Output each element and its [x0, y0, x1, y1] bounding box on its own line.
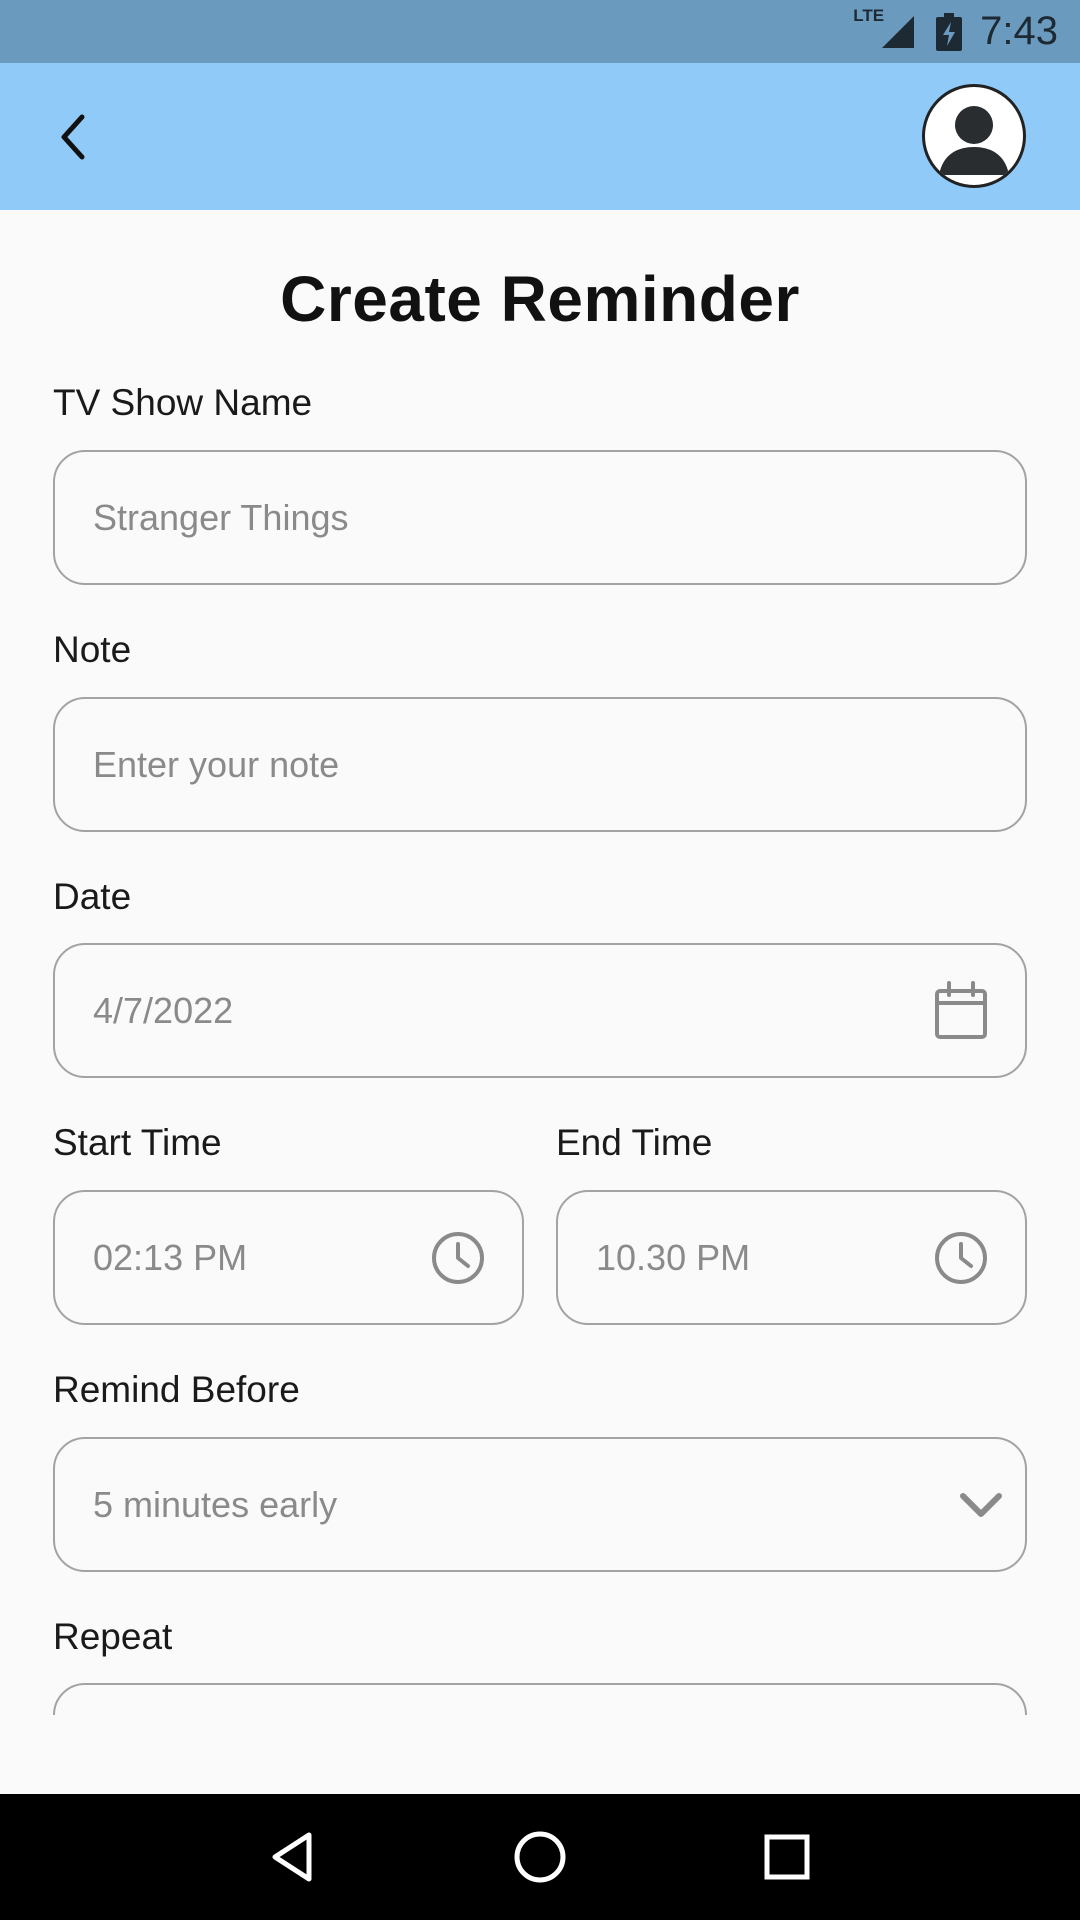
remind-before-select[interactable]: 5 minutes early	[53, 1437, 1027, 1572]
calendar-icon[interactable]	[933, 980, 989, 1041]
battery-charging-icon	[936, 12, 963, 51]
signal-icon	[882, 15, 915, 48]
chevron-down-icon[interactable]	[957, 1490, 1005, 1520]
signal-indicator: LTE	[853, 6, 916, 50]
nav-recents-button[interactable]	[747, 1817, 827, 1897]
end-time-label: End Time	[556, 1122, 713, 1163]
chevron-left-icon	[61, 114, 85, 160]
back-button[interactable]	[40, 103, 108, 171]
profile-avatar-button[interactable]	[922, 84, 1026, 188]
repeat-label: Repeat	[53, 1616, 173, 1657]
nav-home-button[interactable]	[500, 1817, 580, 1897]
start-time-field[interactable]: 02:13 PM	[53, 1190, 524, 1325]
show-name-field[interactable]	[53, 450, 1027, 585]
clock-icon[interactable]	[430, 1230, 486, 1286]
page-title: Create Reminder	[280, 263, 800, 335]
nav-back-button[interactable]	[253, 1817, 333, 1897]
end-time-field[interactable]: 10.30 PM	[556, 1190, 1027, 1325]
note-label: Note	[53, 629, 132, 670]
repeat-field-clipped	[53, 1683, 1027, 1715]
person-icon	[939, 106, 1009, 175]
show-name-label: TV Show Name	[53, 382, 313, 423]
status-bar: LTE 7:43	[0, 0, 1080, 63]
note-input[interactable]	[93, 743, 869, 786]
square-recents-icon	[764, 1834, 810, 1880]
date-label: Date	[53, 876, 132, 917]
repeat-select[interactable]	[53, 1683, 1027, 1715]
note-field[interactable]	[53, 697, 1027, 832]
date-value: 4/7/2022	[93, 989, 234, 1031]
triangle-back-icon	[272, 1832, 312, 1882]
start-time-value: 02:13 PM	[93, 1236, 248, 1278]
clock-icon[interactable]	[933, 1230, 989, 1286]
system-nav-bar	[0, 1794, 1080, 1920]
end-time-value: 10.30 PM	[596, 1236, 751, 1278]
date-field[interactable]: 4/7/2022	[53, 943, 1027, 1078]
show-name-input[interactable]	[93, 496, 869, 539]
remind-before-label: Remind Before	[53, 1369, 300, 1410]
start-time-label: Start Time	[53, 1122, 222, 1163]
status-clock: 7:43	[980, 9, 1058, 53]
app-bar	[0, 63, 1080, 210]
circle-home-icon	[514, 1831, 566, 1883]
remind-before-value: 5 minutes early	[93, 1483, 338, 1525]
